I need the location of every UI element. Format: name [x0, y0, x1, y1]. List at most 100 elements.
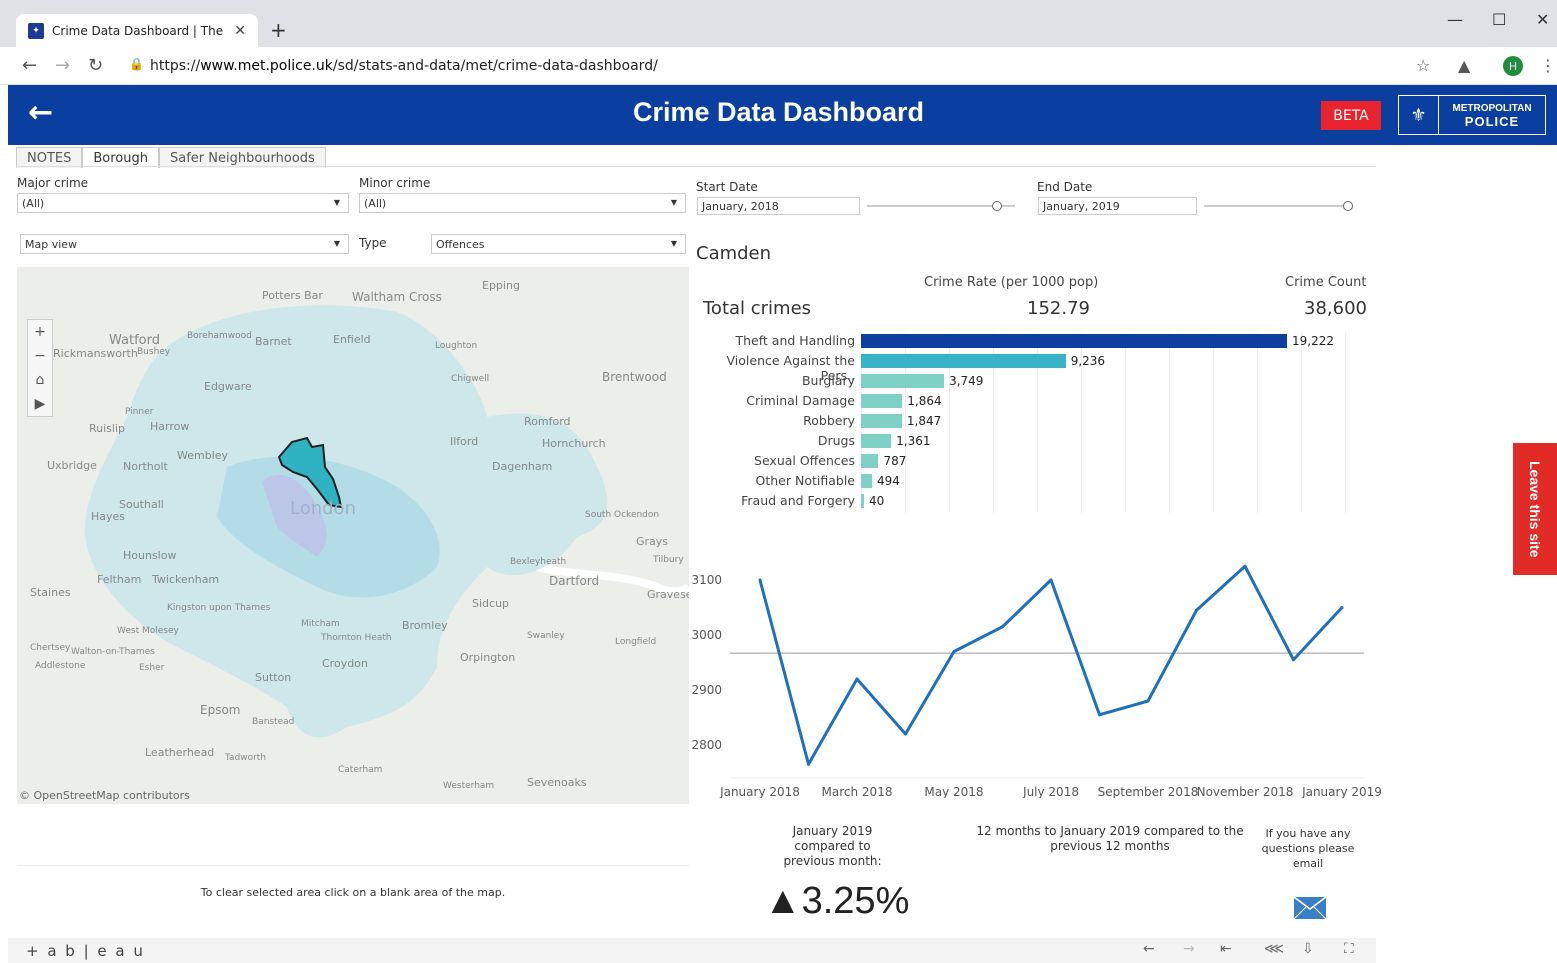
- y-tick-label: 2900: [692, 683, 722, 697]
- map-label: Orpington: [460, 651, 516, 664]
- menu-icon[interactable]: ⋮: [1540, 56, 1556, 75]
- bar-gridline: [1257, 333, 1258, 513]
- minor-crime-select[interactable]: (All) ▼: [359, 193, 686, 213]
- back-icon[interactable]: ←: [22, 55, 37, 76]
- map-clear-note: To clear selected area click on a blank …: [200, 886, 506, 899]
- home-icon[interactable]: ⌂: [28, 368, 52, 392]
- map-label: Hounslow: [123, 549, 177, 562]
- map-label: Addlestone: [35, 661, 86, 671]
- revert-icon[interactable]: ⇤: [1220, 941, 1232, 957]
- map-label: Sutton: [255, 671, 292, 684]
- end-date-input[interactable]: January, 2019: [1038, 197, 1197, 215]
- bar-6[interactable]: [861, 454, 879, 468]
- y-tick-label: 2800: [692, 738, 722, 752]
- bar-2[interactable]: [861, 374, 945, 388]
- profile-avatar[interactable]: H: [1503, 56, 1523, 76]
- fullscreen-icon[interactable]: ⛶: [1344, 941, 1354, 957]
- map-label: Tadworth: [225, 753, 267, 763]
- map-label: Mitcham: [301, 619, 340, 629]
- borough-map[interactable]: + − ⌂ ▶ Potters Bar Waltham Cross Epping…: [17, 267, 689, 804]
- redo-icon[interactable]: →: [1183, 941, 1195, 957]
- drive-icon[interactable]: ▲: [1458, 56, 1470, 75]
- map-label: Uxbridge: [47, 459, 97, 472]
- forward-icon[interactable]: →: [55, 55, 70, 76]
- leave-this-site-button[interactable]: Leave this site: [1513, 443, 1557, 575]
- type-select[interactable]: Offences ▼: [431, 234, 686, 254]
- maximize-icon[interactable]: ☐: [1492, 10, 1506, 29]
- map-label: Banstead: [252, 717, 295, 727]
- bar-3[interactable]: [861, 394, 903, 408]
- map-label: Grays: [636, 535, 669, 548]
- download-icon[interactable]: ⇩: [1302, 941, 1314, 957]
- end-date-slider-handle[interactable]: [1343, 201, 1353, 211]
- series-point: [1049, 578, 1053, 582]
- reload-icon[interactable]: ↻: [88, 55, 103, 76]
- bar-value-label: 787: [883, 454, 907, 468]
- tab-borough[interactable]: Borough: [82, 147, 159, 168]
- bar-7[interactable]: [861, 474, 872, 488]
- tableau-logo[interactable]: + a b | e a u: [26, 942, 145, 960]
- bar-5[interactable]: [861, 434, 892, 448]
- share-icon[interactable]: ⋘: [1264, 941, 1284, 957]
- play-icon[interactable]: ▶: [28, 392, 52, 416]
- bar-value-label: 19,222: [1292, 334, 1334, 348]
- start-date-slider-handle[interactable]: [992, 201, 1002, 211]
- map-label: Brentwood: [602, 370, 667, 384]
- minimize-icon[interactable]: —: [1447, 10, 1463, 29]
- total-rate: 152.79: [1027, 298, 1090, 319]
- series-point: [1340, 606, 1344, 609]
- bar-8[interactable]: [861, 494, 864, 508]
- view-value: Map view: [25, 237, 78, 251]
- map-label: Ruislip: [89, 422, 126, 435]
- tab-safer-neighbourhoods[interactable]: Safer Neighbourhoods: [159, 147, 326, 168]
- map-label: Epsom: [200, 703, 241, 717]
- map-label: Bushey: [137, 347, 171, 357]
- map-label: Esher: [139, 663, 165, 673]
- zoom-in-icon[interactable]: +: [28, 320, 52, 344]
- url-domain: www.met.police.uk: [200, 58, 333, 74]
- bar-category-label: Fraud and Forgery: [741, 493, 855, 508]
- close-window-icon[interactable]: ✕: [1536, 10, 1549, 29]
- tab-title: Crime Data Dashboard | The Met: [52, 23, 228, 38]
- end-date-slider-track[interactable]: [1204, 205, 1352, 207]
- total-crimes-label: Total crimes: [703, 298, 812, 319]
- map-label: Sidcup: [472, 597, 510, 610]
- address-bar[interactable]: https://www.met.police.uk/sd/stats-and-d…: [150, 58, 658, 74]
- minor-crime-value: (All): [364, 196, 387, 210]
- start-date-input[interactable]: January, 2018: [697, 197, 860, 215]
- x-tick-label: January 2019: [1301, 785, 1382, 798]
- site-banner: ← Crime Data Dashboard BETA ⚜ METROPOLIT…: [8, 85, 1557, 145]
- bar-1[interactable]: [861, 354, 1066, 368]
- met-police-logo[interactable]: ⚜ METROPOLITAN POLICE: [1398, 95, 1546, 135]
- bookmark-star-icon[interactable]: ☆: [1416, 56, 1430, 75]
- major-crime-select[interactable]: (All) ▼: [17, 193, 349, 213]
- series-point: [904, 732, 907, 736]
- series-point: [855, 677, 859, 681]
- email-icon[interactable]: [1293, 896, 1327, 920]
- bar-gridline: [1125, 333, 1126, 513]
- bar-0[interactable]: [861, 334, 1287, 348]
- tab-divider: [16, 166, 1376, 167]
- new-tab-icon[interactable]: +: [270, 18, 287, 42]
- map-label: South Ockendon: [585, 510, 660, 520]
- bar-value-label: 1,864: [907, 394, 942, 408]
- map-attribution[interactable]: © OpenStreetMap contributors: [19, 789, 190, 802]
- undo-icon[interactable]: ←: [1143, 941, 1155, 957]
- close-tab-icon[interactable]: ✕: [234, 23, 246, 39]
- bar-value-label: 1,847: [906, 414, 942, 428]
- map-label: Enfield: [333, 333, 371, 346]
- view-select[interactable]: Map view ▼: [20, 234, 349, 254]
- x-tick-label: September 2018: [1098, 785, 1199, 798]
- bar-category-label: Robbery: [803, 413, 855, 428]
- chevron-down-icon: ▼: [670, 239, 677, 248]
- map-label: Wembley: [177, 449, 229, 462]
- tab-notes[interactable]: NOTES: [16, 147, 83, 168]
- browser-tab[interactable]: ✦ Crime Data Dashboard | The Met ✕: [16, 14, 258, 47]
- map-label: Croydon: [322, 657, 368, 670]
- map-label: Bromley: [402, 619, 448, 632]
- bar-value-label: 40: [869, 494, 885, 508]
- map-label: Swanley: [527, 631, 565, 641]
- map-label: Westerham: [443, 781, 495, 791]
- bar-4[interactable]: [861, 414, 902, 428]
- zoom-out-icon[interactable]: −: [28, 344, 52, 368]
